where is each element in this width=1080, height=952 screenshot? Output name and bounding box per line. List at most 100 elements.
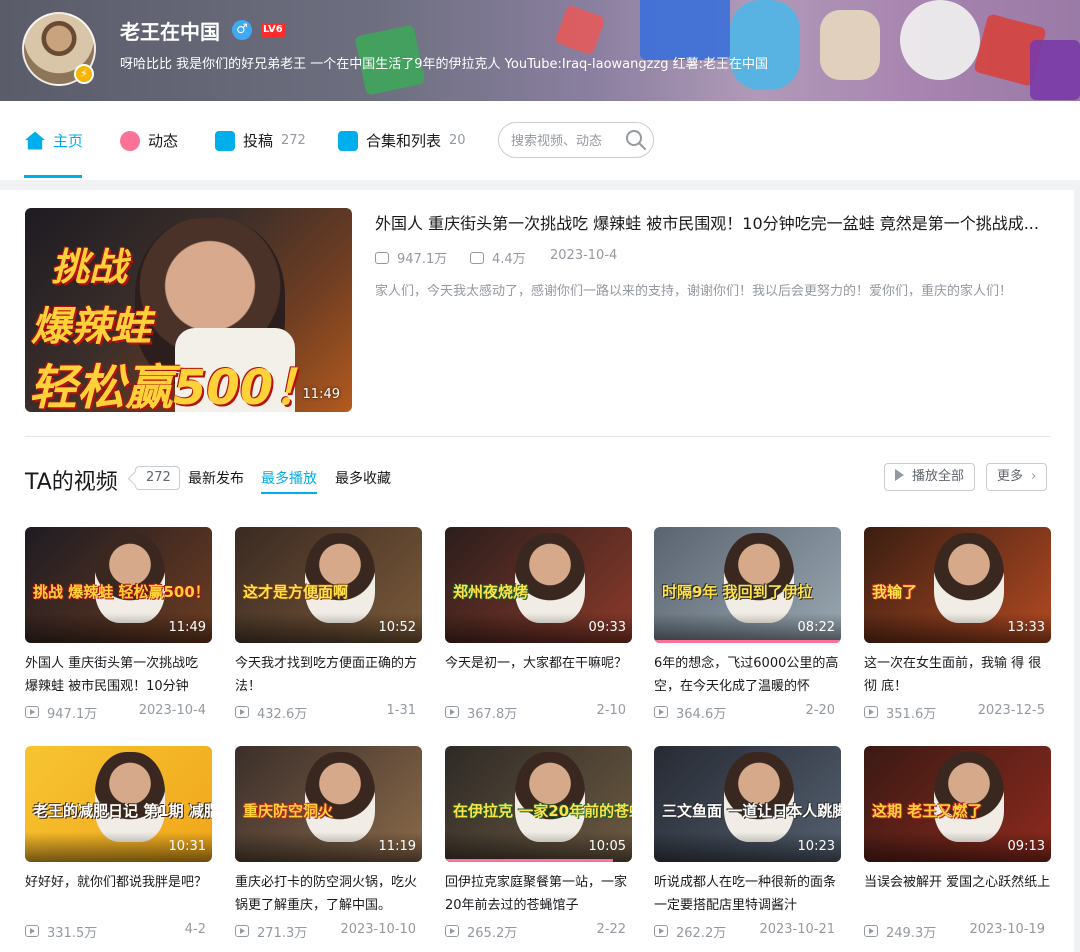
video-thumbnail[interactable]: 三文鱼面 一道让日本人跳脚的菜 10:23 bbox=[654, 746, 841, 862]
video-card[interactable]: 我输了 13:33 这一次在女生面前，我输 得 很 彻 底！ 351.6万 2023-1… bbox=[864, 527, 1051, 723]
play-count: 262.2万 bbox=[676, 926, 727, 941]
featured-plays: 947.1万 bbox=[375, 248, 447, 267]
video-card[interactable]: 老王的减肥日记 第1期 减脂餐 10:31 好好好，就你们都说我胖是吧？ 331.5万… bbox=[25, 746, 212, 942]
video-title[interactable]: 外国人 重庆街头第一次挑战吃 爆辣蛙 被市民围观！10分钟 bbox=[25, 652, 212, 698]
gift-decoration bbox=[640, 0, 730, 60]
video-title[interactable]: 今天我才找到吃方便面正确的方法！ bbox=[235, 652, 422, 698]
video-thumbnail[interactable]: 老王的减肥日记 第1期 减脂餐 10:31 bbox=[25, 746, 212, 862]
featured-video-description: 家人们，今天我太感动了，感谢你们一路以来的支持，谢谢你们！我以后会更努力的！爱你… bbox=[375, 284, 1013, 299]
video-card[interactable]: 重庆防空洞火 11:19 重庆必打卡的防空洞火锅，吃火锅更了解重庆，了解中国。 271… bbox=[235, 746, 422, 942]
video-meta: 367.8万 2-10 bbox=[445, 703, 632, 723]
play-count-icon bbox=[445, 706, 459, 718]
search-input[interactable] bbox=[511, 131, 621, 151]
featured-video-thumbnail[interactable]: 挑战 爆辣蛙 轻松赢500！ 11:49 bbox=[25, 208, 352, 412]
play-all-button[interactable]: 播放全部 bbox=[884, 463, 976, 491]
thumbnail-person bbox=[305, 533, 375, 623]
video-thumbnail[interactable]: 重庆防空洞火 11:19 bbox=[235, 746, 422, 862]
play-count-icon bbox=[864, 925, 878, 937]
thumbnail-person bbox=[95, 533, 165, 623]
video-duration: 08:22 bbox=[797, 620, 835, 635]
play-count-icon bbox=[375, 251, 389, 264]
username[interactable]: 老王在中国 bbox=[120, 16, 220, 45]
video-duration: 09:13 bbox=[1007, 839, 1045, 854]
danmaku-icon bbox=[470, 251, 484, 264]
video-title[interactable]: 重庆必打卡的防空洞火锅，吃火锅更了解重庆，了解中国。 bbox=[235, 871, 422, 917]
thumbnail-caption: 爆辣蛙 bbox=[31, 304, 151, 350]
bunny-decoration bbox=[900, 0, 980, 80]
tab-home[interactable]: 主页 bbox=[25, 101, 83, 180]
tab-dynamic-label: 动态 bbox=[148, 132, 179, 150]
tab-posts-label: 投稿 bbox=[243, 132, 274, 150]
video-meta: 249.3万 2023-10-19 bbox=[864, 922, 1051, 942]
video-title[interactable]: 好好好，就你们都说我胖是吧？ bbox=[25, 871, 212, 917]
featured-video-title[interactable]: 外国人 重庆街头第一次挑战吃 爆辣蛙 被市民围观！10分钟吃完一盆蛙 竟然是第一… bbox=[375, 210, 1051, 234]
play-count: 351.6万 bbox=[886, 707, 937, 722]
play-count-icon bbox=[235, 706, 249, 718]
gift-decoration bbox=[554, 4, 606, 56]
sort-tab-most-played[interactable]: 最多播放 bbox=[261, 468, 317, 488]
play-all-label: 播放全部 bbox=[912, 469, 965, 484]
video-thumbnail[interactable]: 在伊拉克 一家20年前的苍蝇馆子 10:05 bbox=[445, 746, 632, 862]
video-thumbnail[interactable]: 挑战 爆辣蛙 轻松赢500！ 11:49 bbox=[25, 527, 212, 643]
more-label: 更多 bbox=[997, 469, 1024, 484]
video-card[interactable]: 在伊拉克 一家20年前的苍蝇馆子 10:05 回伊拉克家庭聚餐第一站，一家20年前去… bbox=[445, 746, 632, 942]
play-count-icon bbox=[445, 925, 459, 937]
play-count-icon bbox=[235, 925, 249, 937]
sort-tab-latest[interactable]: 最新发布 bbox=[188, 468, 244, 488]
thumbnail-person bbox=[95, 752, 165, 842]
watch-progress-bar bbox=[654, 640, 841, 643]
publish-date: 2-10 bbox=[596, 703, 626, 718]
active-sort-indicator bbox=[261, 492, 317, 494]
publish-date: 2-20 bbox=[805, 703, 835, 718]
search-icon[interactable] bbox=[624, 128, 648, 152]
video-title[interactable]: 听说成都人在吃一种很新的面条 一定要搭配店里特调酱汁 bbox=[654, 871, 841, 917]
tab-home-label: 主页 bbox=[53, 132, 84, 150]
video-card[interactable]: 时隔9年 我回到了伊拉 08:22 6年的想念，飞过6000公里的高空，在今天化成了… bbox=[654, 527, 841, 723]
publish-date: 4-2 bbox=[184, 922, 206, 937]
video-thumbnail[interactable]: 郑州夜烧烤 09:33 bbox=[445, 527, 632, 643]
sort-tab-most-favorited[interactable]: 最多收藏 bbox=[335, 468, 391, 488]
video-title[interactable]: 今天是初一，大家都在干嘛呢？ bbox=[445, 652, 632, 698]
play-count-icon bbox=[654, 706, 668, 718]
video-card[interactable]: 三文鱼面 一道让日本人跳脚的菜 10:23 听说成都人在吃一种很新的面条 一定要搭配… bbox=[654, 746, 841, 942]
thumbnail-caption: 在伊拉克 一家20年前的苍蝇馆子 bbox=[453, 802, 632, 820]
video-duration: 10:05 bbox=[588, 839, 626, 854]
play-count: 271.3万 bbox=[257, 926, 308, 941]
thumbnail-caption: 我输了 bbox=[872, 583, 918, 601]
publish-date: 2-22 bbox=[596, 922, 626, 937]
video-thumbnail[interactable]: 这期 老王又燃了 09:13 bbox=[864, 746, 1051, 862]
video-title[interactable]: 当误会被解开 爱国之心跃然纸上 bbox=[864, 871, 1051, 917]
character-decoration bbox=[820, 10, 880, 80]
video-card[interactable]: 郑州夜烧烤 09:33 今天是初一，大家都在干嘛呢？ 367.8万 2-10 bbox=[445, 527, 632, 723]
video-card[interactable]: 这期 老王又燃了 09:13 当误会被解开 爱国之心跃然纸上 249.3万 2023-1… bbox=[864, 746, 1051, 942]
publish-date: 1-31 bbox=[386, 703, 416, 718]
video-title[interactable]: 6年的想念，飞过6000公里的高空，在今天化成了温暖的怀 bbox=[654, 652, 841, 698]
video-duration: 11:49 bbox=[302, 387, 340, 402]
tab-collections[interactable]: 合集和列表 20 bbox=[338, 101, 466, 180]
video-thumbnail[interactable]: 这才是方便面啊 10:52 bbox=[235, 527, 422, 643]
video-meta: 331.5万 4-2 bbox=[25, 922, 212, 942]
more-button[interactable]: 更多 › bbox=[986, 463, 1048, 491]
thumbnail-person bbox=[724, 752, 794, 842]
video-thumbnail[interactable]: 我输了 13:33 bbox=[864, 527, 1051, 643]
character-decoration bbox=[730, 0, 800, 90]
thumbnail-caption: 这期 老王又燃了 bbox=[872, 802, 983, 820]
tab-posts[interactable]: 投稿 272 bbox=[215, 101, 306, 180]
video-card[interactable]: 这才是方便面啊 10:52 今天我才找到吃方便面正确的方法！ 432.6万 1-31 bbox=[235, 527, 422, 723]
watch-progress-bar bbox=[445, 859, 614, 862]
thumbnail-person bbox=[724, 533, 794, 623]
video-duration: 10:23 bbox=[797, 839, 835, 854]
collections-count: 20 bbox=[449, 133, 466, 148]
video-thumbnail[interactable]: 时隔9年 我回到了伊拉 08:22 bbox=[654, 527, 841, 643]
play-count: 331.5万 bbox=[47, 926, 98, 941]
publish-date: 2023-10-19 bbox=[969, 922, 1045, 937]
tab-dynamic[interactable]: 动态 bbox=[120, 101, 178, 180]
video-card[interactable]: 挑战 爆辣蛙 轻松赢500！ 11:49 外国人 重庆街头第一次挑战吃 爆辣蛙 被市… bbox=[25, 527, 212, 723]
divider bbox=[25, 436, 1050, 437]
video-meta: 265.2万 2-22 bbox=[445, 922, 632, 942]
play-count: 249.3万 bbox=[886, 926, 937, 941]
video-title[interactable]: 回伊拉克家庭聚餐第一站，一家20年前去过的苍蝇馆子 bbox=[445, 871, 632, 917]
video-title[interactable]: 这一次在女生面前，我输 得 很 彻 底！ bbox=[864, 652, 1051, 698]
featured-date-text: 2023-10-4 bbox=[550, 248, 618, 263]
active-tab-indicator bbox=[24, 175, 82, 178]
